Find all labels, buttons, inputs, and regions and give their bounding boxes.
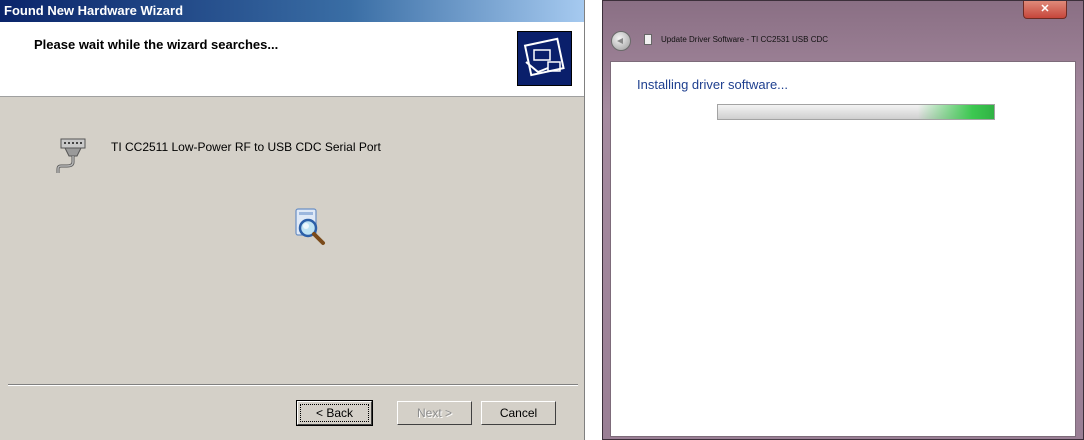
progress-marquee bbox=[918, 105, 994, 119]
wizard-header: Please wait while the wizard searches... bbox=[0, 22, 584, 97]
wizard-title: Found New Hardware Wizard bbox=[4, 3, 184, 18]
hardware-wizard-icon bbox=[517, 31, 572, 86]
back-button[interactable]: < Back bbox=[297, 401, 372, 425]
button-separator bbox=[8, 384, 578, 386]
progress-bar bbox=[717, 104, 995, 120]
status-text: Installing driver software... bbox=[637, 77, 789, 92]
dialog-content: Installing driver software... bbox=[610, 61, 1076, 437]
back-arrow-icon[interactable] bbox=[611, 31, 631, 51]
close-icon[interactable]: ✕ bbox=[1023, 1, 1067, 19]
next-button[interactable]: Next > bbox=[397, 401, 472, 425]
device-name-label: TI CC2511 Low-Power RF to USB CDC Serial… bbox=[111, 140, 381, 154]
cancel-button[interactable]: Cancel bbox=[481, 401, 556, 425]
serial-port-icon bbox=[55, 138, 89, 179]
wizard-titlebar[interactable]: Found New Hardware Wizard bbox=[0, 0, 584, 22]
window-title: Update Driver Software - TI CC2531 USB C… bbox=[661, 35, 829, 44]
wizard-heading: Please wait while the wizard searches... bbox=[34, 37, 279, 52]
update-driver-software-window: Update Driver Software - TI CC2531 USB C… bbox=[602, 0, 1084, 440]
search-magnifier-icon bbox=[293, 207, 329, 252]
document-icon bbox=[644, 34, 652, 45]
found-new-hardware-wizard: Found New Hardware Wizard Please wait wh… bbox=[0, 0, 585, 440]
